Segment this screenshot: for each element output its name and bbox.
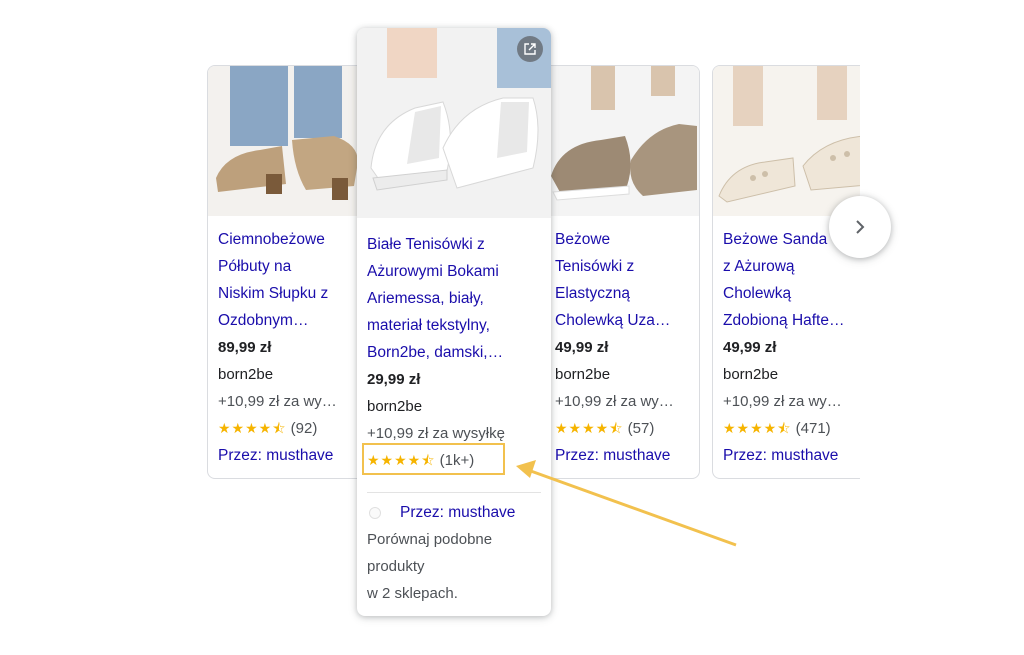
shipping-cost: +10,99 zł za wy… [555, 393, 674, 410]
product-title-line[interactable]: z Ażurową [723, 253, 860, 280]
product-price: 29,99 zł [367, 371, 421, 388]
beige-ankle-shoe-photo [208, 66, 368, 216]
chevron-right-icon [856, 220, 865, 234]
merchant-section: Przez: musthave Porównaj podobne produkt… [367, 499, 543, 607]
product-title-line[interactable]: Białe Tenisówki z [367, 231, 545, 258]
product-seller: born2be [555, 366, 611, 383]
product-title-line[interactable]: Elastyczną [555, 280, 693, 307]
product-title-line[interactable]: Ariemessa, biały, [367, 285, 545, 312]
compare-line: w 2 sklepach. [367, 585, 458, 602]
cream-sandal-photo [713, 66, 860, 216]
product-card[interactable]: Beżowe Tenisówki z Elastyczną Cholewką U… [530, 65, 700, 479]
compare-line: Porównaj podobne [367, 531, 493, 548]
product-rating: ★★★★⯪ (471) [723, 415, 860, 442]
review-count: (471) [795, 420, 831, 437]
shipping-cost: +10,99 zł za wy… [218, 393, 337, 410]
product-image[interactable] [208, 66, 368, 216]
product-price: 49,99 zł [723, 339, 777, 356]
merchant-link[interactable]: Przez: musthave [367, 499, 543, 526]
product-title-line[interactable]: Beżowe [555, 226, 693, 253]
open-in-new-icon [524, 43, 536, 55]
product-title-line[interactable]: Born2be, damski,… [367, 339, 545, 366]
product-title-line[interactable]: Ozdobnym… [218, 307, 362, 334]
carousel-next-button[interactable] [829, 196, 891, 258]
rating-stars: ★★★★⯪ [723, 420, 792, 436]
rating-stars: ★★★★⯪ [555, 420, 624, 436]
merchant-link[interactable]: Przez: musthave [218, 442, 362, 469]
product-image[interactable] [713, 66, 860, 216]
product-rating: ★★★★⯪ (57) [555, 415, 693, 442]
open-in-new-button[interactable] [517, 36, 543, 62]
product-title-line[interactable]: Cholewką Uza… [555, 307, 693, 334]
featured-product-card[interactable]: Białe Tenisówki z Ażurowymi Bokami Ariem… [357, 28, 551, 616]
beige-knit-flat-photo [531, 66, 699, 216]
merchant-link[interactable]: Przez: musthave [555, 442, 693, 469]
product-carousel: Ciemnobeżowe Półbuty na Niskim Słupku z … [0, 0, 1024, 655]
review-count: (92) [290, 420, 318, 437]
product-title-line[interactable]: Półbuty na [218, 253, 362, 280]
product-image[interactable] [531, 66, 699, 216]
product-title-line[interactable]: Cholewką [723, 280, 860, 307]
product-price: 49,99 zł [555, 339, 609, 356]
rating-highlight-box [362, 443, 505, 475]
product-seller: born2be [723, 366, 779, 383]
product-title-line[interactable]: Niskim Słupku z [218, 280, 362, 307]
product-rating: ★★★★⯪ (92) [218, 415, 362, 442]
product-title-line[interactable]: Ażurowymi Bokami [367, 258, 545, 285]
product-seller: born2be [367, 398, 423, 415]
compare-line: produkty [367, 558, 425, 575]
product-card[interactable]: Ciemnobeżowe Półbuty na Niskim Słupku z … [207, 65, 369, 479]
divider [367, 492, 541, 493]
rating-stars: ★★★★⯪ [218, 420, 287, 436]
product-title-line[interactable]: Ciemnobeżowe [218, 226, 362, 253]
merchant-favicon-icon [369, 506, 381, 519]
product-image[interactable] [357, 28, 551, 218]
merchant-link[interactable]: Przez: musthave [723, 442, 860, 469]
merchant-link-label: Przez: musthave [400, 504, 516, 521]
product-title-line[interactable]: materiał tekstylny, [367, 312, 545, 339]
product-title-line[interactable]: Zdobioną Hafte… [723, 307, 860, 334]
review-count: (57) [627, 420, 655, 437]
shipping-cost: +10,99 zł za wy… [723, 393, 842, 410]
product-card[interactable]: Beżowe Sanda z Ażurową Cholewką Zdobioną… [712, 65, 860, 479]
product-title-line[interactable]: Tenisówki z [555, 253, 693, 280]
product-price: 89,99 zł [218, 339, 272, 356]
product-seller: born2be [218, 366, 274, 383]
